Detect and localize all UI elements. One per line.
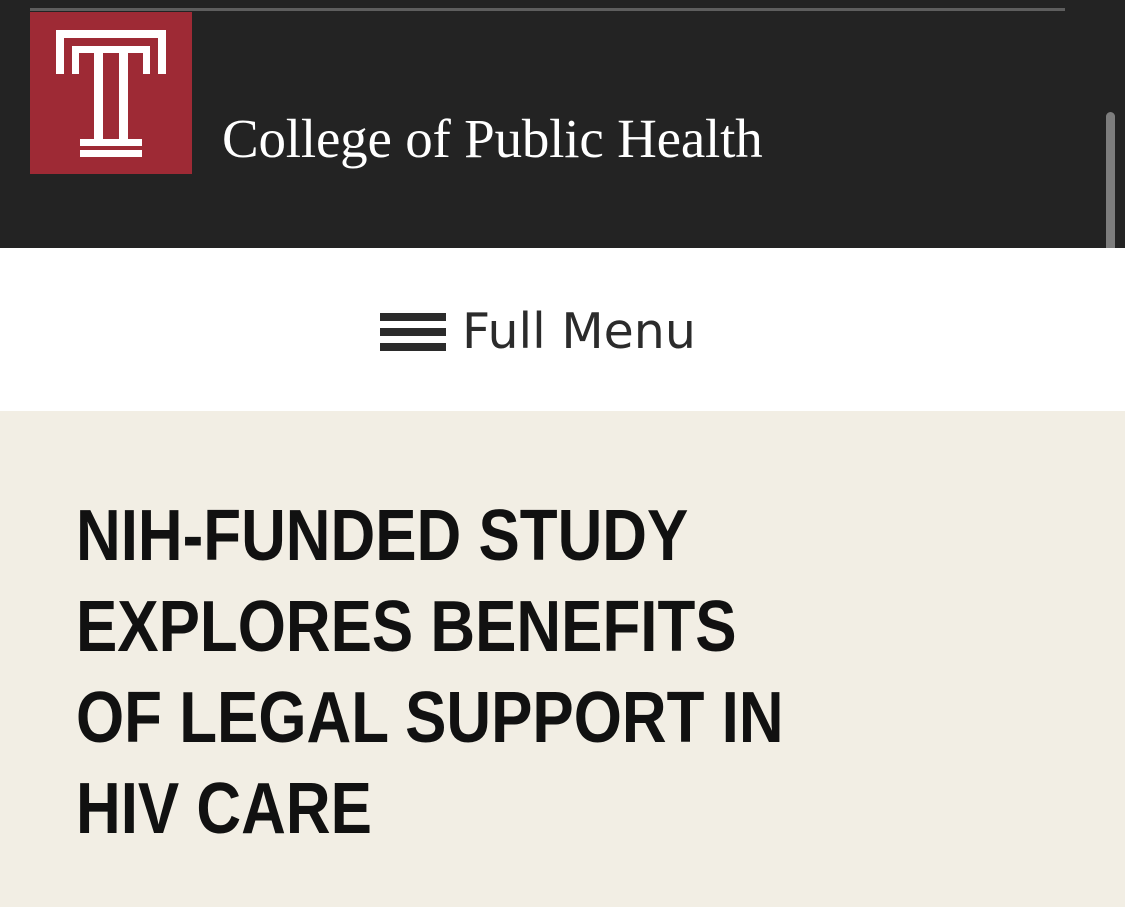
hamburger-icon [380,309,446,355]
site-name[interactable]: College of Public Health [222,104,763,174]
article-title: NIH-FUNDED STUDY EXPLORES BENEFITS OF LE… [76,496,784,849]
article-header: NIH-FUNDED STUDY EXPLORES BENEFITS OF LE… [0,411,1125,907]
header-divider [30,8,1065,11]
full-menu-button[interactable]: Full Menu [380,306,696,358]
menu-bar: Full Menu [0,248,1125,411]
temple-logo-link[interactable] [30,12,192,174]
full-menu-label: Full Menu [462,303,696,360]
temple-t-logo-icon [56,30,166,157]
site-header: College of Public Health [0,0,1125,415]
